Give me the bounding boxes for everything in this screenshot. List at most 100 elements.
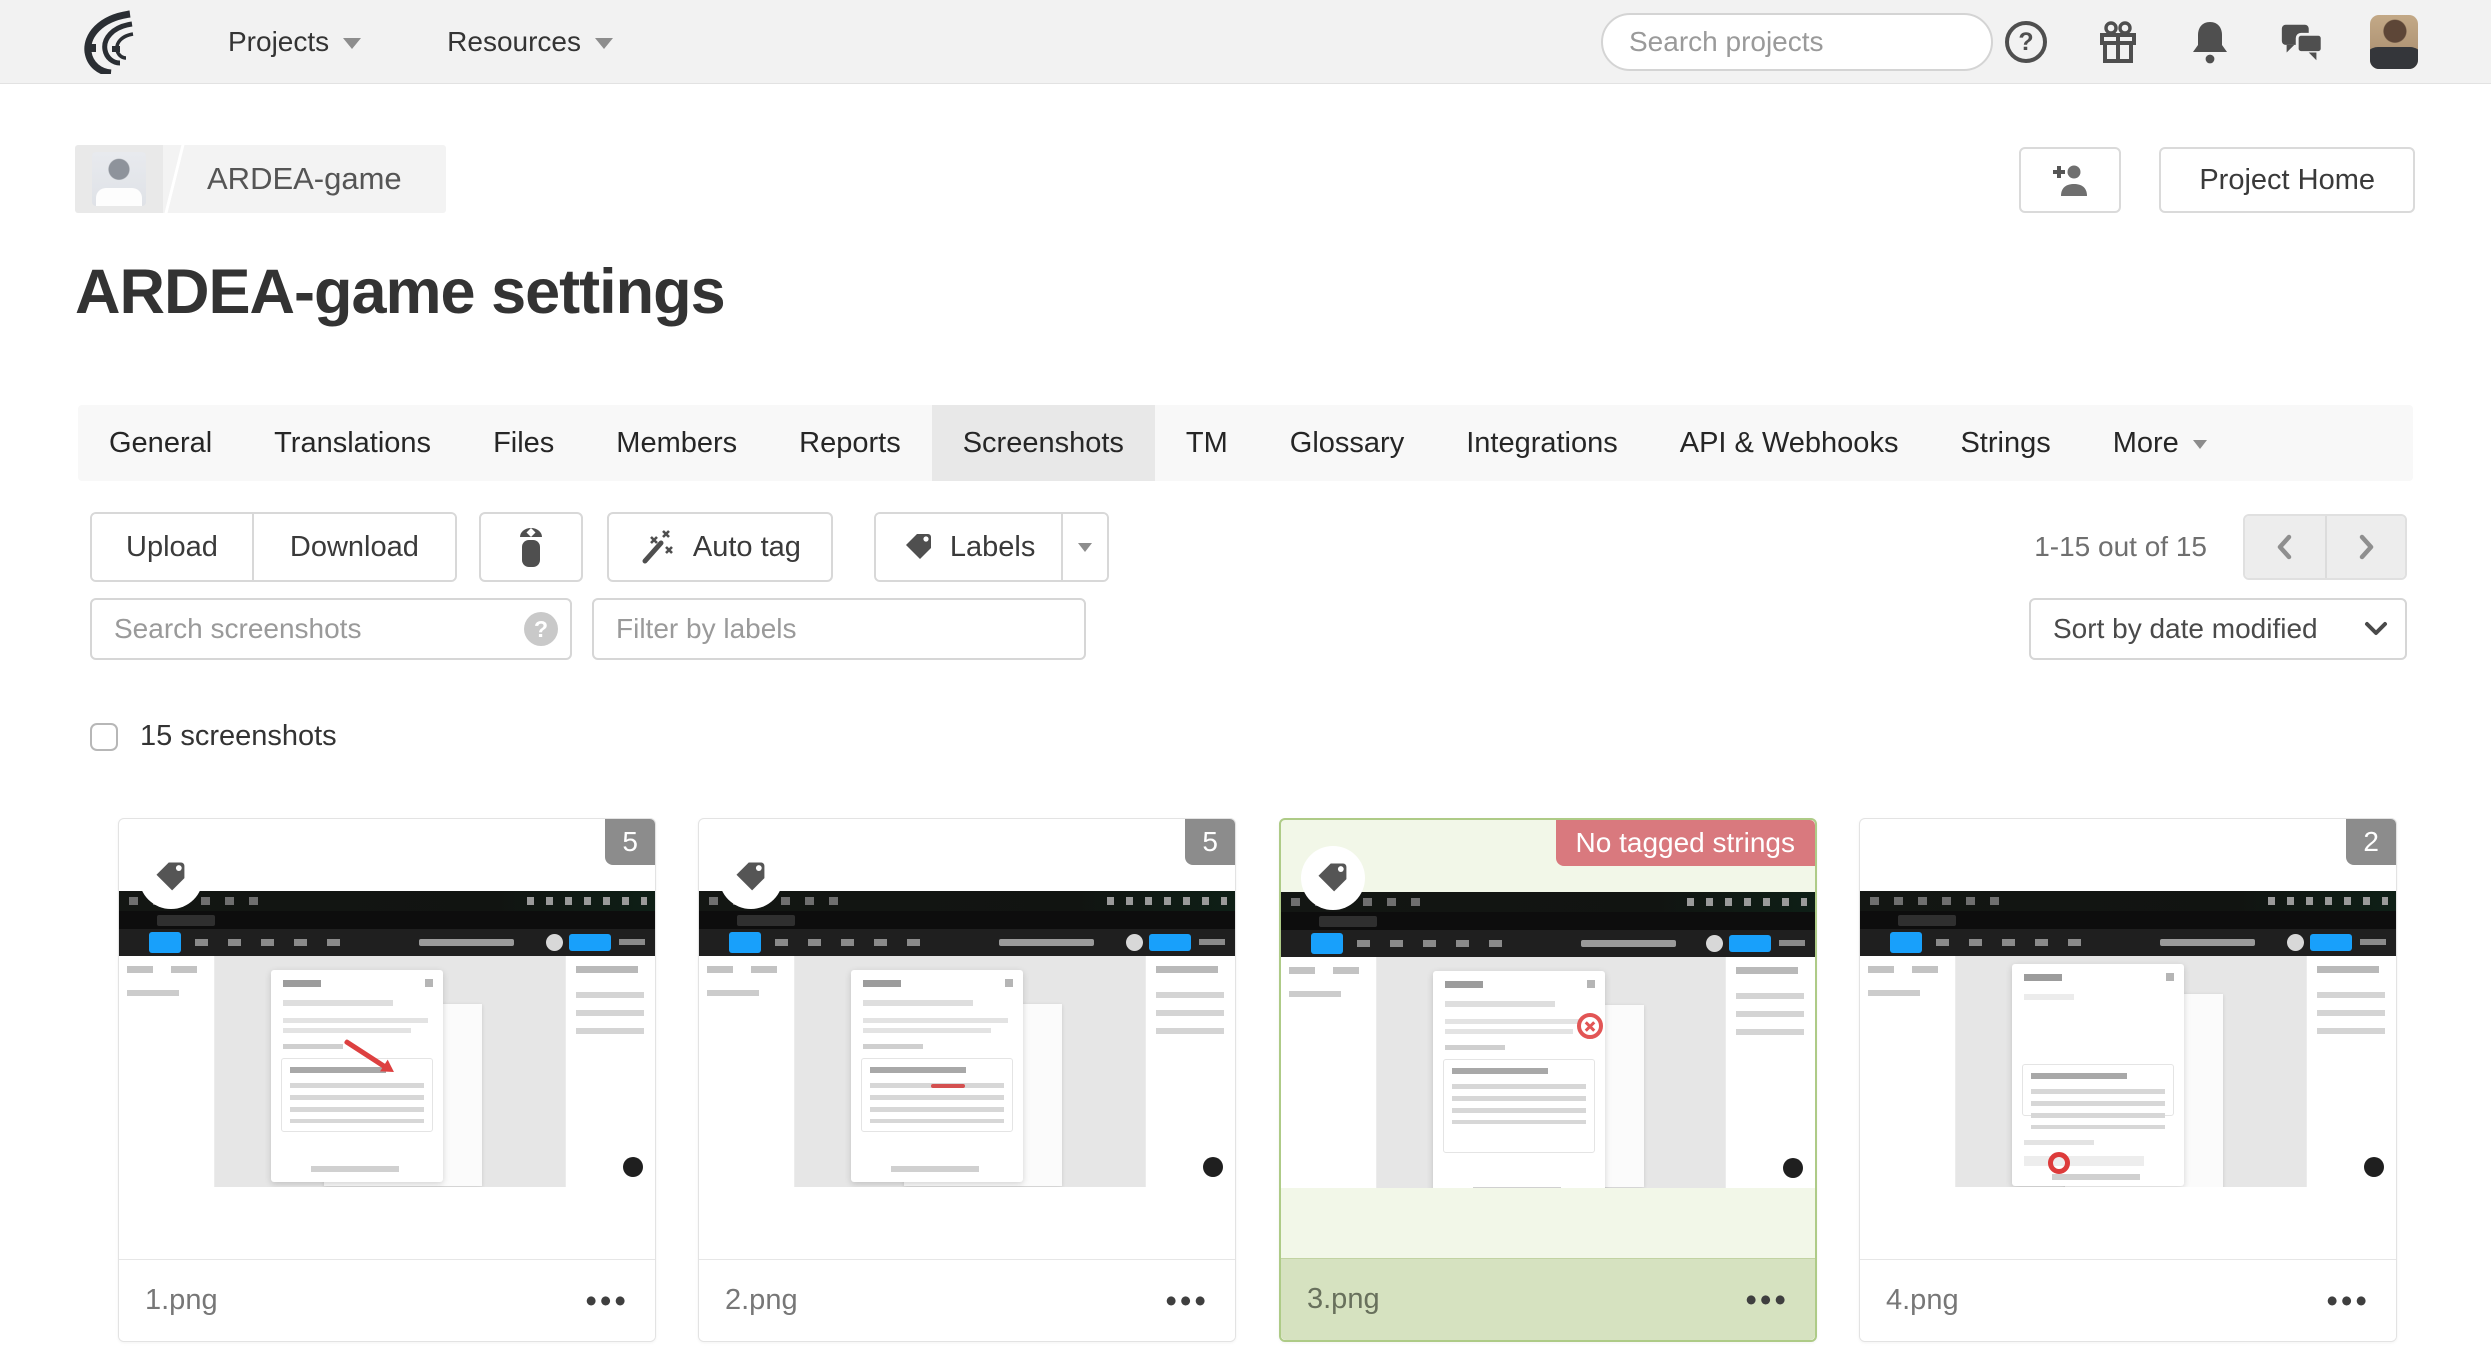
nav-projects-label: Projects bbox=[228, 25, 330, 57]
tagged-strings-count-badge: 5 bbox=[605, 819, 655, 865]
tab-translations[interactable]: Translations bbox=[243, 405, 462, 481]
screenshot-filename: 3.png bbox=[1307, 1283, 1380, 1315]
card-menu-button[interactable]: ••• bbox=[1165, 1284, 1209, 1317]
chevron-left-icon bbox=[2277, 534, 2292, 560]
auto-tag-button[interactable]: Auto tag bbox=[606, 512, 833, 582]
screenshot-card[interactable]: 5 2.png ••• bbox=[698, 818, 1236, 1342]
project-search bbox=[1601, 13, 1993, 71]
select-all-row: 15 screenshots bbox=[90, 720, 337, 753]
page-title: ARDEA-game settings bbox=[75, 257, 726, 327]
search-help-icon[interactable]: ? bbox=[524, 612, 558, 646]
screenshot-thumbnail[interactable] bbox=[1281, 892, 1815, 1188]
tag-icon bbox=[1318, 863, 1347, 892]
next-page-button[interactable] bbox=[2325, 516, 2405, 578]
header-actions: Project Home bbox=[2019, 147, 2415, 213]
screenshot-filename: 1.png bbox=[145, 1284, 218, 1316]
tab-glossary[interactable]: Glossary bbox=[1259, 405, 1435, 481]
chevron-down-icon bbox=[343, 37, 362, 49]
filter-row: ? Sort by date modified bbox=[90, 598, 2407, 660]
search-screenshots-wrap: ? bbox=[90, 598, 572, 660]
trash-icon bbox=[519, 528, 542, 567]
user-avatar[interactable] bbox=[2370, 15, 2418, 69]
download-button[interactable]: Download bbox=[251, 514, 455, 580]
tag-icon bbox=[736, 862, 765, 891]
screenshot-filename: 4.png bbox=[1886, 1284, 1959, 1316]
filter-labels-wrap bbox=[592, 598, 1086, 660]
owner-avatar bbox=[92, 152, 146, 206]
tag-icon bbox=[905, 534, 931, 559]
screenshots-count-label: 15 screenshots bbox=[140, 720, 337, 752]
card-footer: 4.png ••• bbox=[1860, 1259, 2396, 1341]
breadcrumb-owner[interactable] bbox=[75, 145, 163, 213]
select-all-checkbox[interactable] bbox=[90, 722, 118, 751]
app-logo-icon[interactable] bbox=[72, 10, 172, 74]
upload-download-group: Upload Download bbox=[90, 512, 457, 582]
filter-by-labels-input[interactable] bbox=[592, 598, 1086, 660]
nav-projects[interactable]: Projects bbox=[228, 25, 362, 58]
tab-general[interactable]: General bbox=[78, 405, 243, 481]
chevron-right-icon bbox=[2359, 534, 2374, 560]
breadcrumb-separator bbox=[163, 145, 189, 213]
tagged-indicator bbox=[719, 845, 783, 909]
red-annotation bbox=[1577, 1013, 1603, 1039]
gifts-icon[interactable] bbox=[2094, 18, 2142, 66]
project-home-button[interactable]: Project Home bbox=[2159, 147, 2415, 213]
help-icon[interactable]: ? bbox=[2002, 18, 2050, 66]
screenshot-thumbnail[interactable] bbox=[1860, 891, 2396, 1187]
svg-text:?: ? bbox=[2018, 28, 2033, 56]
card-footer: 1.png ••• bbox=[119, 1259, 655, 1341]
tab-members[interactable]: Members bbox=[585, 405, 768, 481]
magic-wand-icon bbox=[642, 530, 673, 564]
messages-icon[interactable] bbox=[2278, 18, 2326, 66]
screenshot-thumbnail[interactable] bbox=[699, 891, 1235, 1187]
card-footer: 2.png ••• bbox=[699, 1259, 1235, 1341]
invite-people-button[interactable] bbox=[2019, 147, 2122, 213]
add-person-icon bbox=[2053, 165, 2088, 196]
pagination-label: 1-15 out of 15 bbox=[2034, 531, 2207, 562]
breadcrumb[interactable]: ARDEA-game bbox=[75, 145, 446, 213]
red-annotation bbox=[2048, 1152, 2070, 1174]
card-menu-button[interactable]: ••• bbox=[1745, 1283, 1789, 1316]
screenshots-toolbar: Upload Download Auto tag Labels 1-15 out… bbox=[90, 512, 2407, 582]
screenshot-thumbnail[interactable] bbox=[119, 891, 655, 1187]
chevron-down-icon bbox=[2192, 440, 2207, 449]
tab-files[interactable]: Files bbox=[462, 405, 585, 481]
breadcrumb-project-name[interactable]: ARDEA-game bbox=[189, 145, 446, 213]
labels-split-button: Labels bbox=[873, 512, 1110, 582]
chevron-down-icon bbox=[2365, 622, 2387, 635]
card-menu-button[interactable]: ••• bbox=[2326, 1284, 2370, 1317]
notifications-icon[interactable] bbox=[2186, 18, 2234, 66]
upload-button[interactable]: Upload bbox=[92, 514, 252, 580]
tagged-indicator bbox=[1301, 846, 1365, 910]
no-tagged-strings-badge: No tagged strings bbox=[1555, 820, 1815, 866]
sort-select-value: Sort by date modified bbox=[2053, 613, 2318, 644]
tab-more-label: More bbox=[2112, 427, 2179, 459]
top-navbar: Projects Resources ? bbox=[0, 0, 2491, 84]
tab-tm[interactable]: TM bbox=[1155, 405, 1259, 481]
labels-button[interactable]: Labels bbox=[875, 514, 1062, 580]
screenshot-card[interactable]: 2 4.png ••• bbox=[1859, 818, 2397, 1342]
tab-more[interactable]: More bbox=[2082, 405, 2238, 481]
nav-icons: ? bbox=[2002, 0, 2418, 84]
screenshot-card[interactable]: 5 1.png ••• bbox=[118, 818, 656, 1342]
tagged-indicator bbox=[139, 845, 203, 909]
tagged-strings-count-badge: 2 bbox=[2346, 819, 2396, 865]
tab-screenshots[interactable]: Screenshots bbox=[931, 405, 1155, 481]
nav-resources[interactable]: Resources bbox=[447, 26, 613, 58]
search-projects-input[interactable] bbox=[1603, 26, 1990, 58]
tab-strings[interactable]: Strings bbox=[1929, 405, 2081, 481]
search-screenshots-input[interactable] bbox=[90, 598, 572, 660]
card-menu-button[interactable]: ••• bbox=[585, 1284, 629, 1317]
tab-reports[interactable]: Reports bbox=[768, 405, 932, 481]
screenshot-card-selected[interactable]: No tagged strings 3.png ••• bbox=[1279, 818, 1817, 1342]
labels-dropdown-toggle[interactable] bbox=[1061, 514, 1108, 580]
tab-integrations[interactable]: Integrations bbox=[1435, 405, 1649, 481]
delete-button[interactable] bbox=[478, 512, 583, 582]
card-footer: 3.png ••• bbox=[1281, 1258, 1815, 1340]
auto-tag-label: Auto tag bbox=[692, 530, 801, 563]
tab-api-webhooks[interactable]: API & Webhooks bbox=[1649, 405, 1930, 481]
sort-select[interactable]: Sort by date modified bbox=[2029, 598, 2407, 660]
prev-page-button[interactable] bbox=[2245, 516, 2325, 578]
project-home-label: Project Home bbox=[2199, 163, 2375, 196]
tag-icon bbox=[156, 862, 185, 891]
